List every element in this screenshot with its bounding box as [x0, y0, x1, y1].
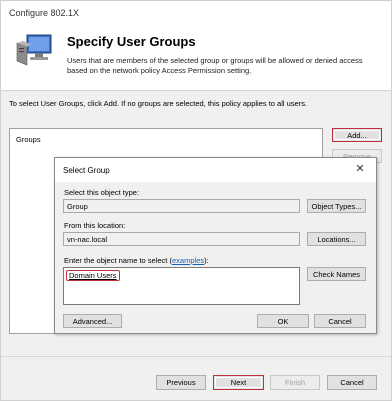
instructions-text: To select User Groups, click Add. If no …	[9, 99, 308, 108]
ok-button[interactable]: OK	[257, 314, 309, 328]
next-button[interactable]: Next	[213, 375, 264, 390]
window-title: Configure 802.1X	[9, 8, 80, 18]
enter-name-suffix: ):	[204, 256, 209, 265]
object-type-label: Select this object type:	[64, 188, 140, 197]
window-titlebar: Configure 802.1X	[1, 1, 391, 25]
object-types-button[interactable]: Object Types...	[307, 199, 366, 213]
entered-object-name[interactable]: Domain Users	[66, 270, 120, 281]
configure-8021x-wizard: Configure 802.1X Specify User Groups Use…	[0, 0, 392, 401]
previous-button[interactable]: Previous	[156, 375, 206, 390]
computer-network-icon	[16, 34, 52, 66]
location-label: From this location:	[64, 221, 126, 230]
dialog-cancel-button[interactable]: Cancel	[314, 314, 366, 328]
finish-button[interactable]: Finish	[270, 375, 320, 390]
page-description: Users that are members of the selected g…	[67, 56, 363, 75]
select-group-dialog: Select Group ✕ Select this object type: …	[54, 157, 377, 334]
examples-link[interactable]: examples	[172, 256, 204, 265]
add-button[interactable]: Add...	[332, 128, 382, 142]
dialog-titlebar: Select Group ✕	[55, 158, 376, 182]
object-name-input[interactable]: Domain Users	[63, 267, 300, 305]
enter-object-name-label: Enter the object name to select (example…	[64, 256, 209, 265]
page-heading: Specify User Groups	[67, 34, 196, 49]
check-names-button[interactable]: Check Names	[307, 267, 366, 281]
cancel-button[interactable]: Cancel	[327, 375, 377, 390]
advanced-button[interactable]: Advanced...	[63, 314, 122, 328]
enter-name-prefix: Enter the object name to select (	[64, 256, 172, 265]
footer-divider	[1, 356, 391, 357]
wizard-header: Specify User Groups Users that are membe…	[1, 25, 391, 91]
groups-column-header: Groups	[16, 135, 41, 144]
object-type-field: Group	[63, 199, 300, 213]
locations-button[interactable]: Locations...	[307, 232, 366, 246]
dialog-title: Select Group	[63, 166, 110, 175]
location-field: vn-nac.local	[63, 232, 300, 246]
close-icon[interactable]: ✕	[354, 163, 366, 175]
